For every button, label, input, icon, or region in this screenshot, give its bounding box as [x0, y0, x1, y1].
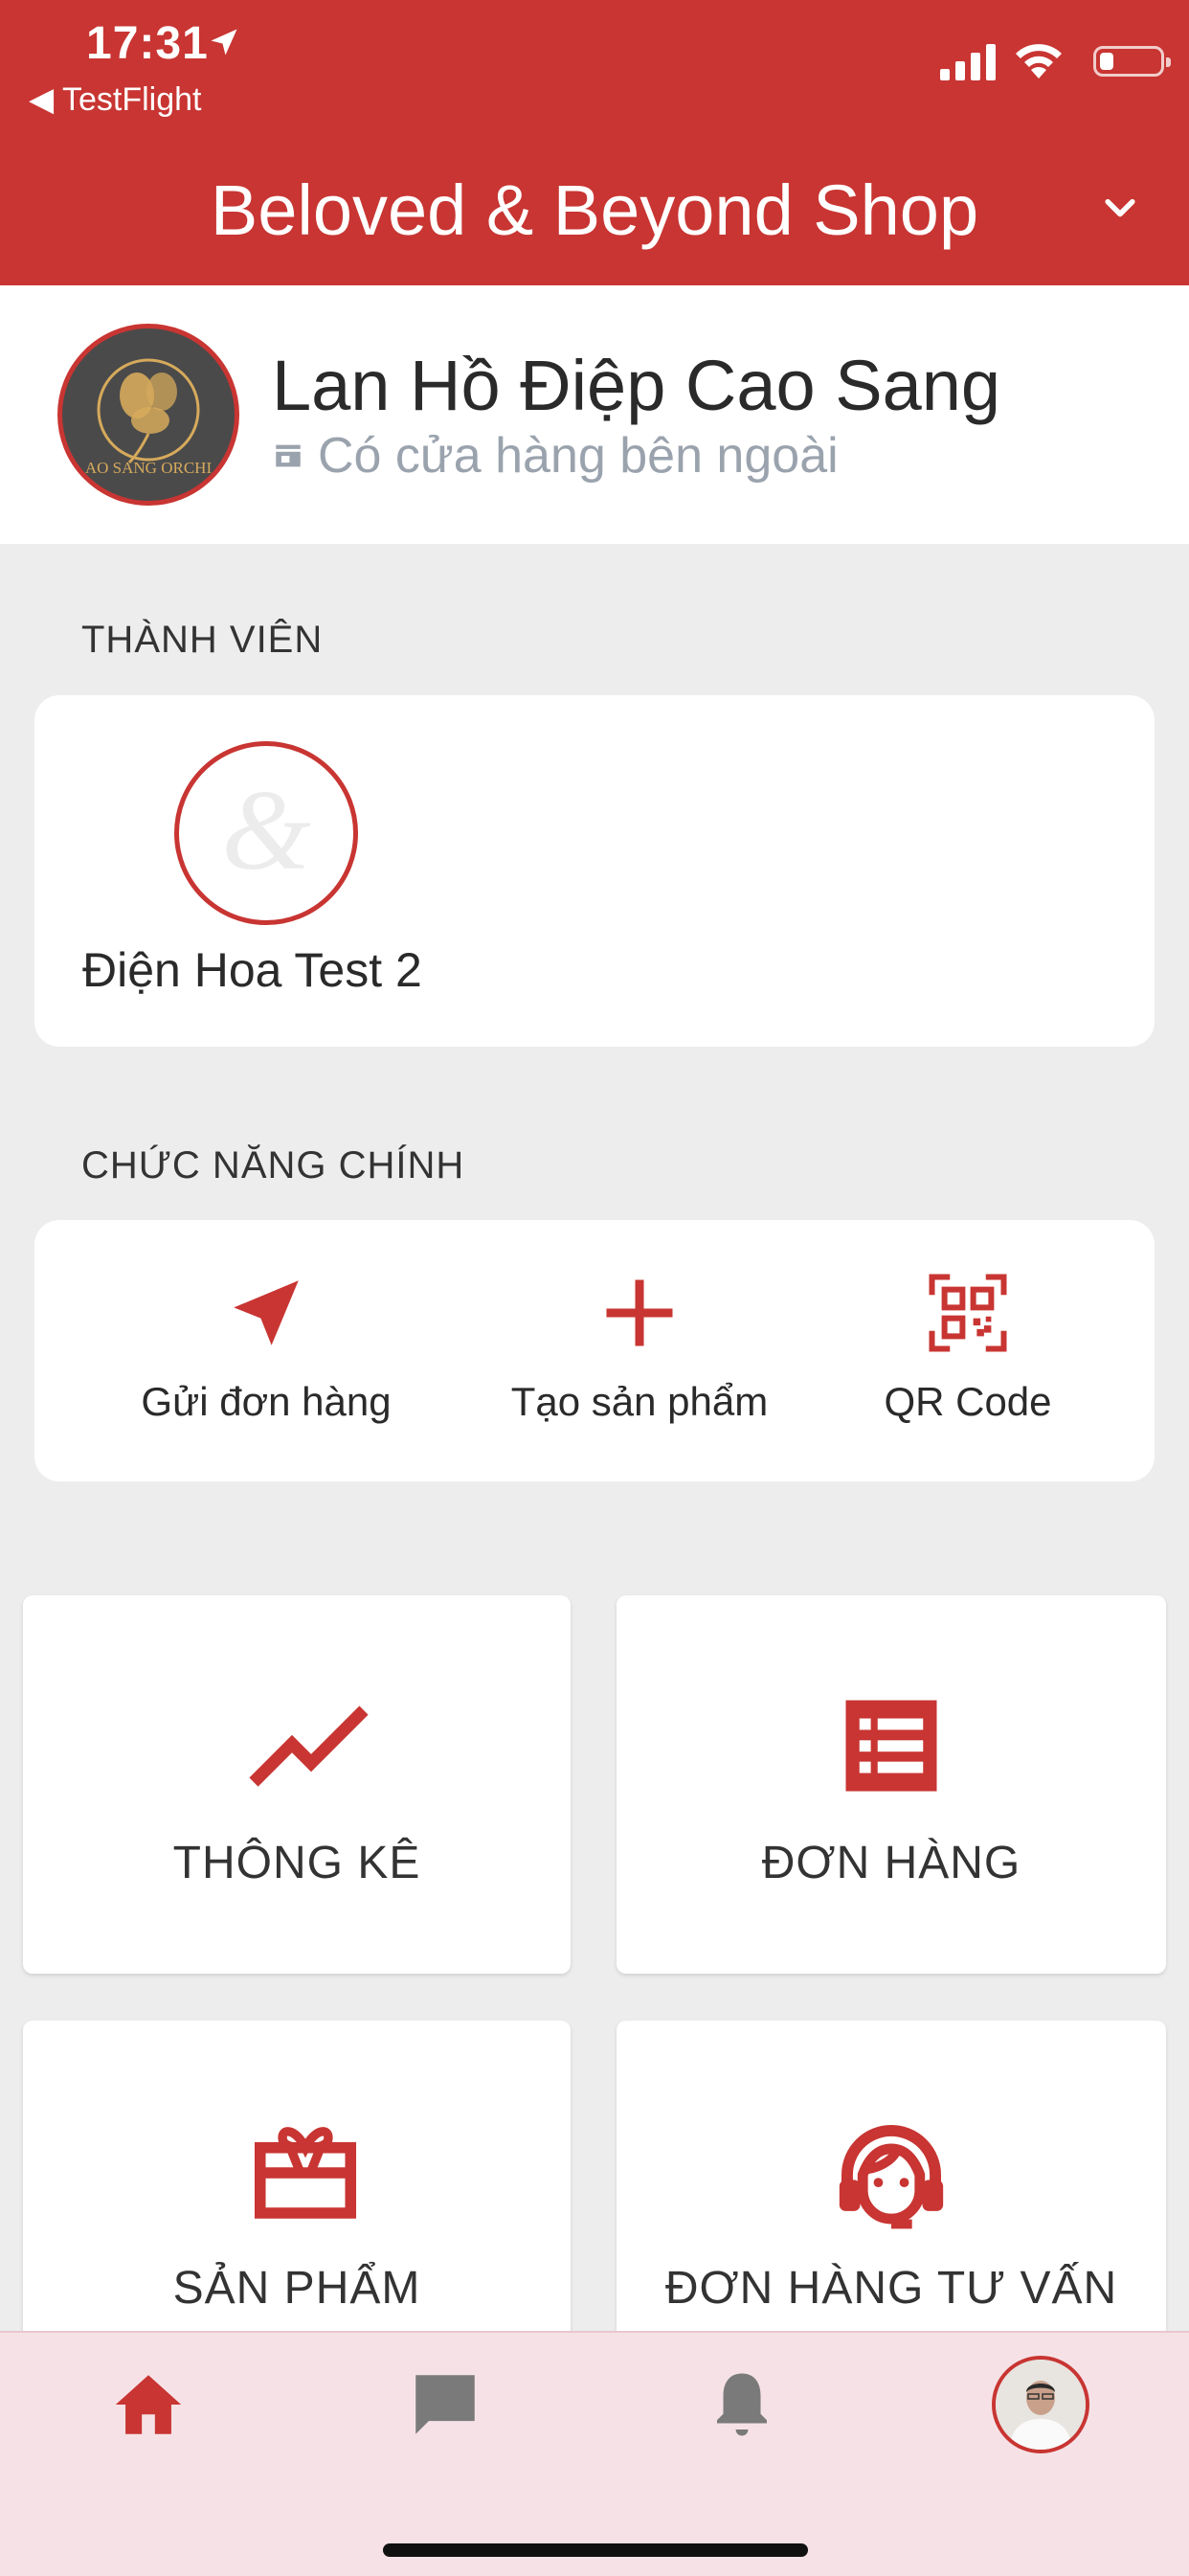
headset-icon: [839, 2125, 944, 2229]
chat-icon: [415, 2375, 475, 2434]
nav-home[interactable]: [0, 2333, 297, 2476]
battery-icon: [1093, 46, 1171, 77]
store-logo: AO SANG ORCHI: [57, 324, 239, 506]
send-order-button[interactable]: Gửi đơn hàng: [108, 1270, 424, 1425]
plus-icon: [606, 1279, 673, 1346]
send-icon: [234, 1280, 299, 1345]
store-name: Lan Hồ Điệp Cao Sang: [272, 346, 1001, 425]
statistics-label: THÔNG KÊ: [172, 1838, 421, 1888]
person-photo-icon: [996, 2360, 1086, 2450]
orders-tile[interactable]: ĐƠN HÀNG: [617, 1595, 1166, 1974]
home-indicator: [383, 2543, 808, 2557]
main-functions-section-label: CHỨC NĂNG CHÍNH: [81, 1144, 465, 1186]
location-arrow-icon: [211, 29, 237, 56]
gift-card-icon: [254, 2127, 357, 2219]
store-logo-text: AO SANG ORCHI: [84, 459, 213, 477]
store-info[interactable]: AO SANG ORCHI Lan Hồ Điệp Cao Sang Có cử…: [0, 285, 1189, 544]
member-name[interactable]: Điện Hoa Test 2: [82, 942, 422, 998]
bottom-navigation: [0, 2331, 1189, 2576]
trending-icon: [249, 1706, 369, 1787]
qr-code-label: QR Code: [884, 1379, 1052, 1424]
signal-icon: [940, 44, 996, 80]
statistics-tile[interactable]: THÔNG KÊ: [23, 1595, 571, 1974]
back-to-testflight[interactable]: ◀ TestFlight: [29, 80, 201, 119]
list-icon: [845, 1700, 937, 1792]
create-product-label: Tạo sản phẩm: [510, 1379, 769, 1424]
shop-title[interactable]: Beloved & Beyond Shop: [0, 165, 1189, 257]
members-card: & Điện Hoa Test 2: [34, 695, 1155, 1047]
nav-notifications[interactable]: [594, 2333, 890, 2476]
status-time: 17:31: [86, 18, 209, 69]
flower-logo-icon: &: [221, 766, 310, 893]
nav-profile[interactable]: [892, 2333, 1189, 2476]
store-subtitle: Có cửa hàng bên ngoài: [272, 427, 839, 485]
member-avatar[interactable]: &: [174, 741, 358, 925]
svg-text:&: &: [221, 766, 310, 893]
send-order-label: Gửi đơn hàng: [141, 1379, 392, 1424]
user-avatar: [992, 2356, 1089, 2453]
bell-icon: [717, 2373, 767, 2436]
qr-code-button[interactable]: QR Code: [810, 1270, 1126, 1425]
main-functions-card: Gửi đơn hàng Tạo sản phẩm QR Code: [34, 1220, 1155, 1481]
consult-orders-label: ĐƠN HÀNG TƯ VẤN: [664, 2263, 1118, 2314]
store-subtitle-text: Có cửa hàng bên ngoài: [318, 428, 839, 484]
members-section-label: THÀNH VIÊN: [81, 619, 324, 661]
create-product-button[interactable]: Tạo sản phẩm: [482, 1270, 797, 1425]
app-header: 17:31 ◀ TestFlight Beloved & Beyond Shop: [0, 0, 1189, 285]
store-icon: [276, 444, 301, 467]
qr-code-icon: [929, 1274, 1007, 1352]
wifi-icon: [1016, 44, 1062, 79]
home-icon: [115, 2375, 182, 2434]
nav-chat[interactable]: [297, 2333, 594, 2476]
products-label: SẢN PHẨM: [172, 2263, 421, 2314]
orders-label: ĐƠN HÀNG: [761, 1838, 1021, 1888]
chevron-down-icon[interactable]: [1099, 188, 1141, 230]
